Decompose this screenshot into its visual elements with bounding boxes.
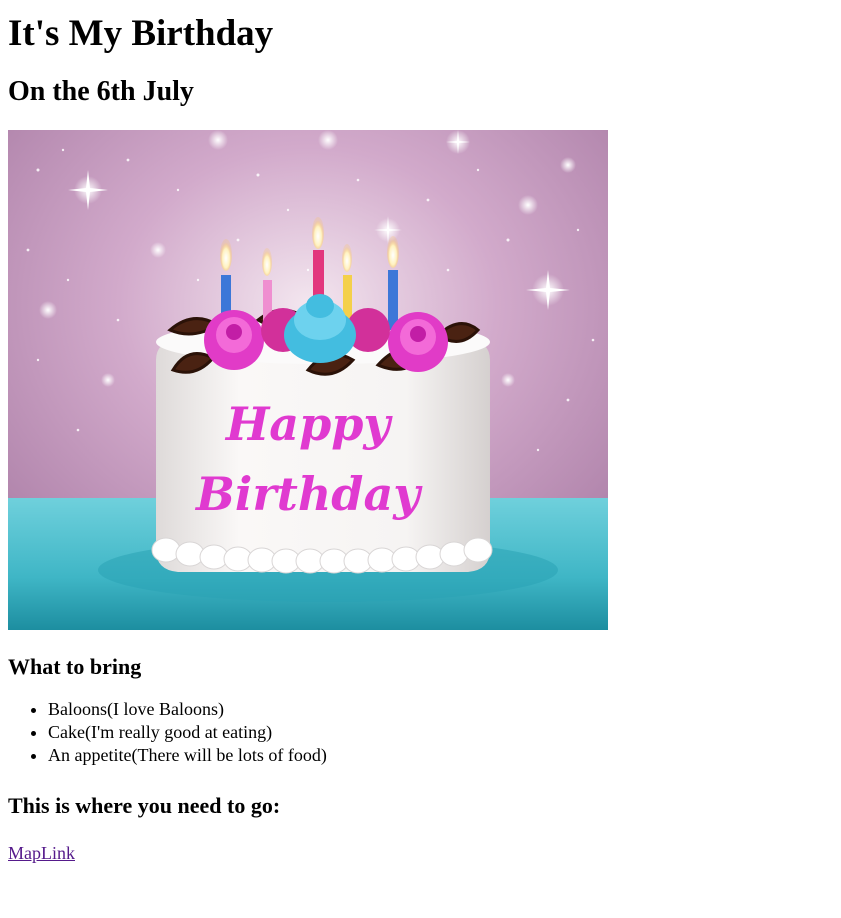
bring-list: Baloons(I love Baloons) Cake(I'm really … — [8, 698, 833, 767]
cake-text-birthday: Birthday — [194, 467, 423, 521]
directions-heading: This is where you need to go: — [8, 793, 281, 818]
list-item: An appetite(There will be lots of food) — [48, 744, 833, 767]
list-item: Cake(I'm really good at eating) — [48, 721, 833, 744]
birthday-cake-image: Happy Birthday — [8, 130, 608, 630]
page-subtitle: On the 6th July — [8, 76, 194, 107]
cake-text-happy: Happy — [224, 397, 394, 451]
bring-heading: What to bring — [8, 654, 142, 679]
map-link[interactable]: MapLink — [8, 843, 75, 864]
page-content: It's My Birthday On the 6th July Happy B… — [0, 0, 841, 864]
page-title: It's My Birthday — [8, 13, 274, 54]
list-item: Baloons(I love Baloons) — [48, 698, 833, 721]
